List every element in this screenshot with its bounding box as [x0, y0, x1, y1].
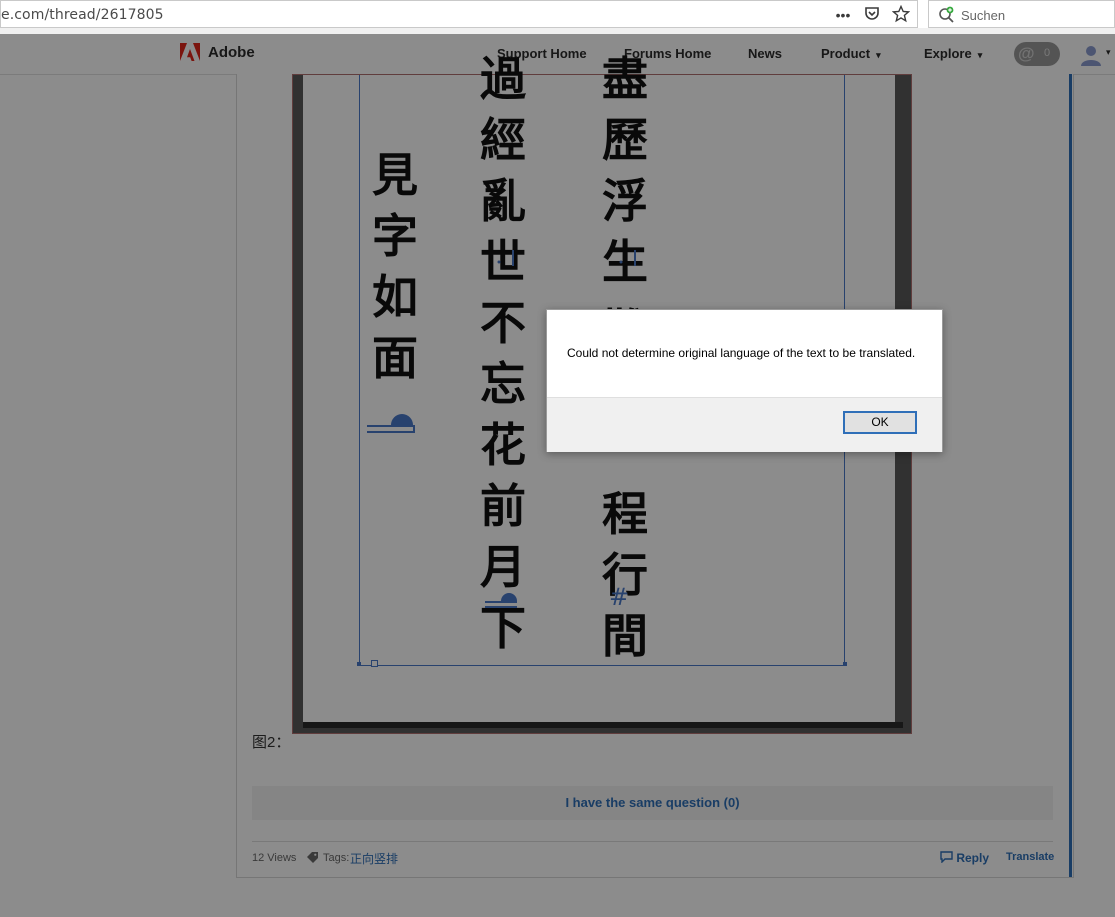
ok-button[interactable]: OK: [843, 411, 917, 434]
star-icon[interactable]: [891, 4, 911, 25]
error-dialog: Could not determine original language of…: [546, 309, 943, 452]
dialog-footer: OK: [547, 397, 942, 452]
more-dots-icon[interactable]: •••: [833, 5, 853, 25]
browser-search-bar[interactable]: Suchen: [928, 0, 1115, 28]
url-bar[interactable]: e.com/thread/2617805 •••: [0, 0, 918, 28]
dialog-message: Could not determine original language of…: [567, 346, 916, 360]
url-bar-actions: •••: [833, 4, 911, 25]
modal-overlay: [0, 34, 1115, 917]
search-placeholder[interactable]: Suchen: [961, 8, 1005, 23]
url-text[interactable]: e.com/thread/2617805: [1, 7, 164, 23]
search-icon: [937, 5, 957, 25]
pocket-icon[interactable]: [862, 5, 882, 25]
web-page: Adobe Support Home Forums Home News Prod…: [0, 34, 1115, 917]
